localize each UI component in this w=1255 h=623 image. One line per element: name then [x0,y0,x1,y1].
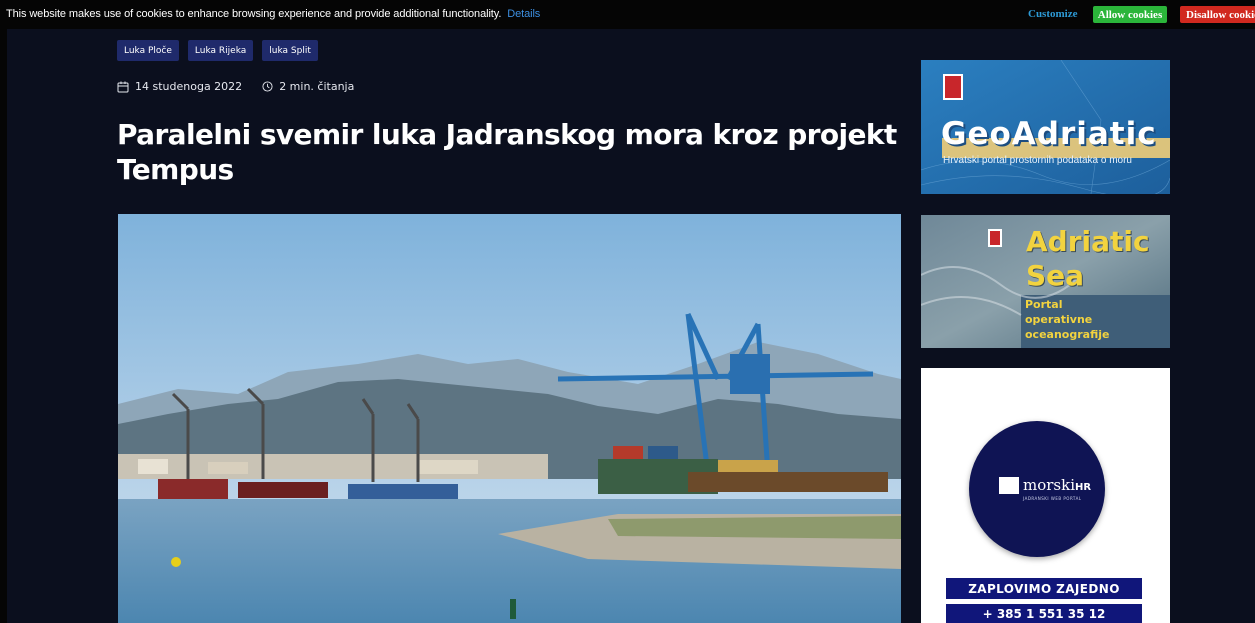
tag-luka-rijeka[interactable]: Luka Rijeka [187,40,254,61]
cookie-details-link[interactable]: Details [507,8,540,20]
article-title: Paralelni svemir luka Jadranskog mora kr… [117,118,897,186]
morski-phone: + 385 1 551 35 12 [946,604,1142,623]
geoadriatic-logo-icon [943,74,963,100]
article-tags: Luka Ploče Luka Rijeka luka Split [117,40,318,61]
hero-image-port [118,214,901,623]
article-meta: 14 studenoga 2022 2 min. čitanja [117,80,354,93]
geoadriatic-subtitle: Hrvatski portal prostornih podataka o mo… [943,155,1132,166]
adriatic-sea-line4: operativne [1025,313,1093,326]
ad-adriatic-sea[interactable]: Adriatic Sea Portal operativne oceanogra… [921,215,1170,348]
cookie-customize-link[interactable]: Customize [1028,8,1078,20]
adriatic-sea-line2: Sea [1026,259,1085,292]
adriatic-sea-line5: oceanografije [1025,328,1110,341]
allow-cookies-button[interactable]: Allow cookies [1093,6,1167,23]
morski-logo-icon [999,477,1019,494]
ad-morski[interactable]: morskiHR JADRANSKI WEB PORTAL ZAPLOVIMO … [921,368,1170,623]
calendar-icon [117,81,129,93]
article-date: 14 studenoga 2022 [135,80,243,93]
morski-slogan: ZAPLOVIMO ZAJEDNO [946,578,1142,599]
read-time: 2 min. čitanja [279,80,355,93]
clock-icon [262,81,273,92]
page: This website makes use of cookies to enh… [0,0,1255,623]
left-edge-strip [0,29,7,623]
tag-luka-ploce[interactable]: Luka Ploče [117,40,179,61]
adriatic-sea-line3: Portal [1025,298,1063,311]
disallow-cookies-button[interactable]: Disallow cookies [1180,6,1255,23]
morski-logo-tagline: JADRANSKI WEB PORTAL [1023,496,1082,501]
adriatic-sea-logo-icon [988,229,1002,247]
morski-logo-text: morskiHR [1023,476,1092,494]
ad-geoadriatic[interactable]: GeoAdriatic Hrvatski portal prostornih p… [921,60,1170,194]
adriatic-sea-line1: Adriatic [1026,225,1150,258]
cookie-message: This website makes use of cookies to enh… [6,8,541,20]
tag-luka-split[interactable]: luka Split [262,40,318,61]
cookie-bar: This website makes use of cookies to enh… [0,0,1255,29]
geoadriatic-title: GeoAdriatic [941,116,1157,152]
